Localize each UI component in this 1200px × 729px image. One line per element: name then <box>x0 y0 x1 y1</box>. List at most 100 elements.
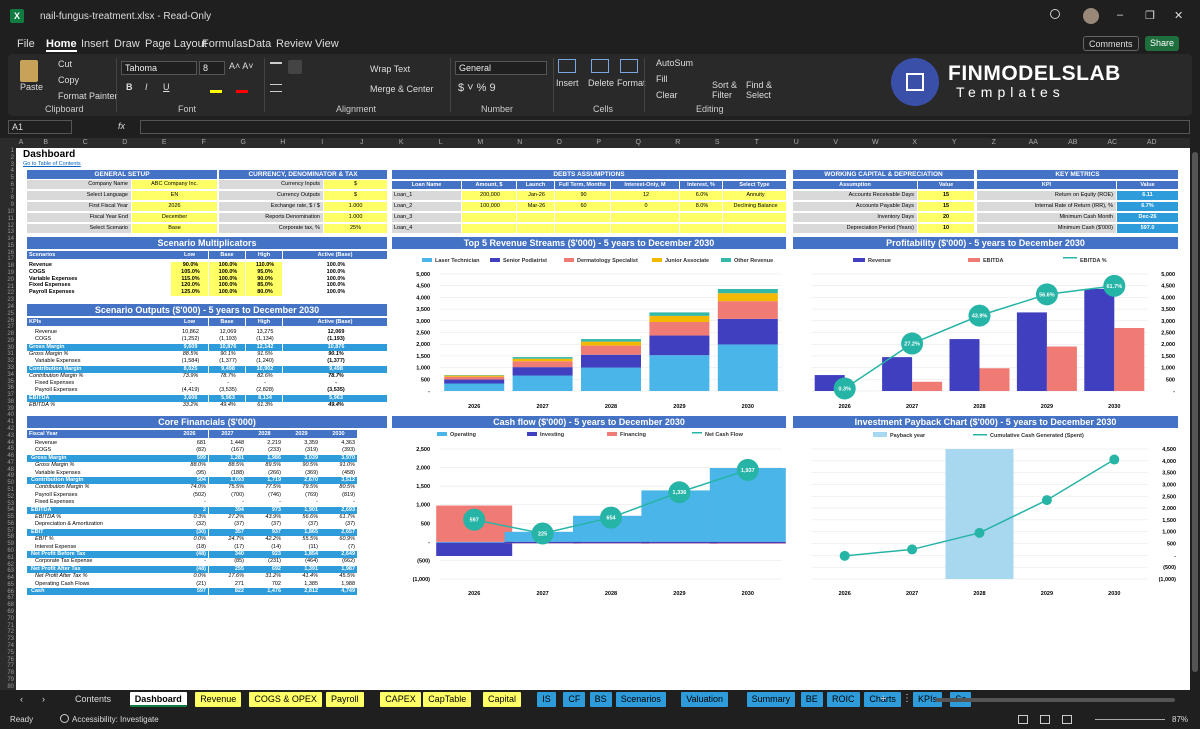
debts-cell[interactable] <box>517 224 554 233</box>
normal-view-icon[interactable] <box>1018 715 1028 724</box>
clear-button[interactable]: Clear <box>656 90 678 100</box>
menu-file[interactable]: File <box>17 38 35 50</box>
scen-mult-cell[interactable]: 100.0% <box>209 282 245 290</box>
insert-cells-icon[interactable] <box>558 59 576 73</box>
debts-cell[interactable]: 12 <box>611 191 679 200</box>
sheet-tab-scenarios[interactable]: Scenarios <box>615 692 666 707</box>
sheet-tab-be[interactable]: BE <box>800 692 823 707</box>
scen-mult-cell[interactable]: 85.0% <box>246 282 282 290</box>
sheet-tab-summary[interactable]: Summary <box>746 692 796 707</box>
cut-button[interactable]: Cut <box>58 59 72 69</box>
insert-cells-button[interactable]: Insert <box>556 78 579 88</box>
font-name-select[interactable]: Tahoma <box>121 61 197 75</box>
number-format-select[interactable]: General <box>455 61 547 75</box>
menu-formulas[interactable]: Formulas <box>202 38 248 50</box>
debts-cell[interactable] <box>723 224 786 233</box>
general_setup-value[interactable]: EN <box>132 191 217 200</box>
debts-cell[interactable] <box>555 224 610 233</box>
align-top-icon[interactable] <box>270 62 282 72</box>
debts-cell[interactable]: Declining Balance <box>723 202 786 211</box>
debts-cell[interactable] <box>517 213 554 222</box>
scroll-tabs-left-icon[interactable]: ‹ <box>20 694 23 704</box>
minimize-button[interactable]: – <box>1117 9 1123 21</box>
sheet-tab-valuation[interactable]: Valuation <box>681 692 729 707</box>
scen-mult-cell[interactable]: 90.0% <box>246 275 282 283</box>
scen-mult-cell[interactable]: 100.0% <box>209 262 245 269</box>
currency-value[interactable]: 1.000 <box>324 213 387 222</box>
find-select-button[interactable]: Find & Select <box>746 80 776 100</box>
sheet-tab-cf[interactable]: CF <box>563 692 586 707</box>
toc-link[interactable]: Go to Table of Contents <box>23 161 81 167</box>
accessibility-status[interactable]: Accessibility: Investigate <box>72 715 159 724</box>
fill-button[interactable]: Fill <box>656 74 668 84</box>
menu-draw[interactable]: Draw <box>114 38 140 50</box>
debts-cell[interactable]: 8.0% <box>680 202 722 211</box>
format-cells-button[interactable]: Format <box>617 78 646 88</box>
debts-cell[interactable]: Mar-26 <box>517 202 554 211</box>
currency-value[interactable]: 25% <box>324 224 387 233</box>
scen-mult-cell[interactable]: 90.0% <box>171 262 208 269</box>
sheet-tab-cogs-opex[interactable]: COGS & OPEX <box>249 692 322 707</box>
sheet-tab-bs[interactable]: BS <box>589 692 612 707</box>
debts-cell[interactable]: 0 <box>611 202 679 211</box>
debts-cell[interactable] <box>555 213 610 222</box>
fill-color-icon[interactable] <box>210 90 222 93</box>
currency-value[interactable]: $ <box>324 180 387 189</box>
format-cells-icon[interactable] <box>620 59 638 73</box>
underline-icon[interactable]: U <box>163 82 170 92</box>
debts-cell[interactable]: 6.0% <box>680 191 722 200</box>
menu-insert[interactable]: Insert <box>81 38 109 50</box>
vertical-scrollbar[interactable] <box>1190 138 1200 690</box>
scen-mult-cell[interactable]: 100.0% <box>209 268 245 276</box>
formula-input[interactable] <box>140 120 1190 134</box>
scen-mult-cell[interactable]: 110.0% <box>246 262 282 269</box>
debts-cell[interactable]: Jan-26 <box>517 191 554 200</box>
comments-button[interactable]: Comments <box>1083 36 1139 51</box>
debts-cell[interactable]: 90 <box>555 191 610 200</box>
zoom-slider[interactable] <box>1095 719 1165 720</box>
wc-value[interactable]: 15 <box>918 202 974 211</box>
zoom-level[interactable]: 87% <box>1172 715 1188 724</box>
worksheet[interactable]: Dashboard Go to Table of Contents GENERA… <box>16 148 1190 690</box>
currency-value[interactable]: 1.000 <box>324 202 387 211</box>
currency-value[interactable]: $ <box>324 191 387 200</box>
wc-value[interactable]: 15 <box>918 191 974 200</box>
debts-cell[interactable]: 200,000 <box>462 191 516 200</box>
scen-mult-cell[interactable]: 100.0% <box>209 275 245 283</box>
menu-home[interactable]: Home <box>46 38 77 52</box>
close-button[interactable]: ✕ <box>1174 9 1183 22</box>
delete-cells-icon[interactable] <box>591 59 609 73</box>
share-button[interactable]: Share <box>1145 36 1180 51</box>
menu-review[interactable]: Review <box>276 38 312 50</box>
general_setup-value[interactable]: Base <box>132 224 217 233</box>
scen-mult-cell[interactable]: 120.0% <box>171 282 208 290</box>
autosum-button[interactable]: AutoSum <box>656 58 693 68</box>
debts-cell[interactable] <box>462 224 516 233</box>
sheet-tab-contents[interactable]: Contents <box>70 692 117 707</box>
sheet-tab-is[interactable]: IS <box>537 692 556 707</box>
sort-filter-button[interactable]: Sort & Filter <box>712 80 742 100</box>
wrap-text-button[interactable]: Wrap Text <box>370 64 410 74</box>
font-grow-icon[interactable]: A˄ A˅ <box>229 61 254 71</box>
debts-cell[interactable] <box>723 213 786 222</box>
add-sheet-icon[interactable]: + <box>880 693 886 705</box>
general_setup-value[interactable]: 2026 <box>132 202 217 211</box>
debts-cell[interactable] <box>611 224 679 233</box>
maximize-button[interactable]: ❐ <box>1145 9 1155 22</box>
fx-icon[interactable]: fx <box>118 121 125 131</box>
debts-cell[interactable] <box>462 213 516 222</box>
menu-page-layout[interactable]: Page Layout <box>145 38 207 50</box>
debts-cell[interactable] <box>680 213 722 222</box>
scroll-thumb[interactable] <box>1192 152 1198 672</box>
page-layout-icon[interactable] <box>1040 715 1050 724</box>
format-painter-button[interactable]: Format Painter <box>58 91 118 101</box>
avatar[interactable] <box>1083 8 1099 24</box>
paste-button[interactable]: Paste <box>20 82 43 92</box>
scen-mult-cell[interactable]: 100.0% <box>209 289 245 296</box>
wc-value[interactable]: 10 <box>918 224 974 233</box>
sheet-tab-capital[interactable]: Capital <box>483 692 522 707</box>
sheet-tab-dashboard[interactable]: Dashboard <box>129 692 187 707</box>
search-icon[interactable] <box>1050 9 1060 19</box>
sheet-tab-roic[interactable]: ROIC <box>827 692 860 707</box>
align-middle-icon[interactable] <box>288 60 302 74</box>
